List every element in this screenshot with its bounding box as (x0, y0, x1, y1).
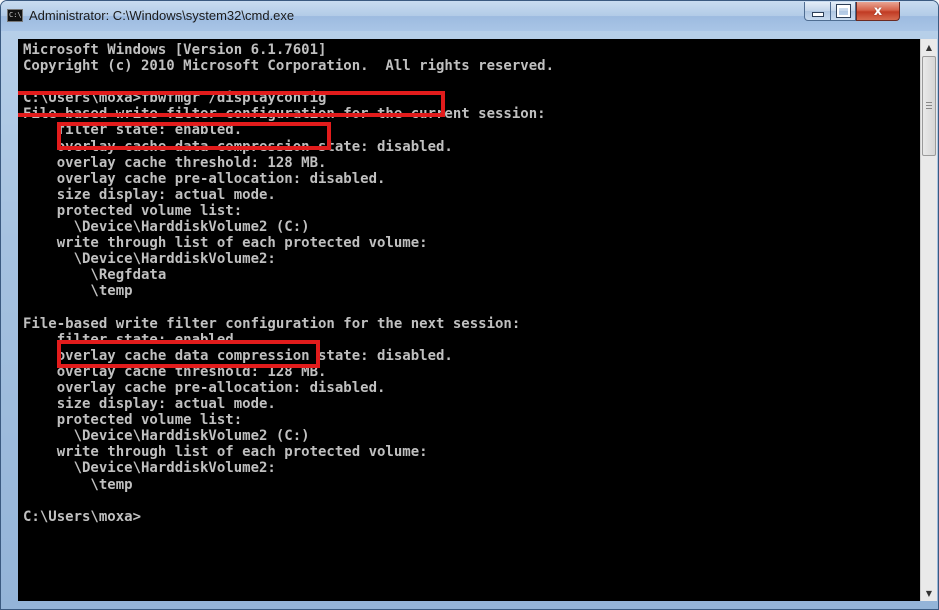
console-line: Microsoft Windows [Version 6.1.7601] (23, 42, 327, 58)
console-line: C:\Users\moxa> (23, 508, 142, 525)
console-line: overlay cache pre-allocation: disabled. (23, 170, 386, 187)
console-line: size display: actual mode. (23, 396, 276, 413)
minimize-icon (811, 11, 824, 17)
window-title: Administrator: C:\Windows\system32\cmd.e… (29, 8, 295, 23)
console-line: size display: actual mode. (23, 186, 276, 203)
console-line: \temp (23, 476, 133, 493)
console-line: overlay cache threshold: 128 MB. (23, 154, 327, 171)
maximize-icon (835, 4, 851, 18)
minimize-button[interactable] (804, 2, 831, 21)
console-line: write through list of each protected vol… (23, 235, 428, 252)
console-line: \Device\HarddiskVolume2: (23, 251, 276, 268)
console-line: \Device\HarddiskVolume2 (C:) (23, 428, 310, 445)
console-line: overlay cache pre-allocation: disabled. (23, 379, 386, 396)
console-line: File-based write filter configuration fo… (23, 315, 521, 332)
highlight-filter-state-current (57, 122, 331, 150)
console-line: write through list of each protected vol… (23, 444, 428, 461)
close-icon: x (873, 3, 883, 19)
console-line: protected volume list: (23, 202, 243, 219)
highlight-command (18, 91, 445, 117)
console-output[interactable]: Microsoft Windows [Version 6.1.7601] Copy… (18, 39, 920, 601)
title-bar[interactable]: C:\ Administrator: C:\Windows\system32\c… (1, 1, 938, 31)
scroll-down-arrow-icon[interactable]: ▼ (921, 585, 937, 601)
maximize-button[interactable] (830, 2, 856, 21)
cmd-window: C:\ Administrator: C:\Windows\system32\c… (0, 0, 939, 610)
scrollbar-thumb[interactable] (922, 56, 936, 156)
console-line: protected volume list: (23, 412, 243, 429)
console-line: Copyright (c) 2010 Microsoft Corporation… (23, 58, 555, 75)
close-button[interactable]: x (856, 2, 900, 21)
vertical-scrollbar[interactable]: ▲ ▼ (920, 39, 937, 601)
console-line: \Device\HarddiskVolume2: (23, 460, 276, 477)
console-line: \Regfdata (23, 267, 167, 284)
window-frame-bottom (1, 601, 938, 609)
highlight-filter-state-next (57, 340, 320, 368)
cmd-app-icon[interactable]: C:\ (7, 9, 23, 22)
scroll-up-arrow-icon[interactable]: ▲ (921, 39, 937, 55)
console-line: \Device\HarddiskVolume2 (C:) (23, 219, 310, 236)
console-line: \temp (23, 283, 133, 300)
